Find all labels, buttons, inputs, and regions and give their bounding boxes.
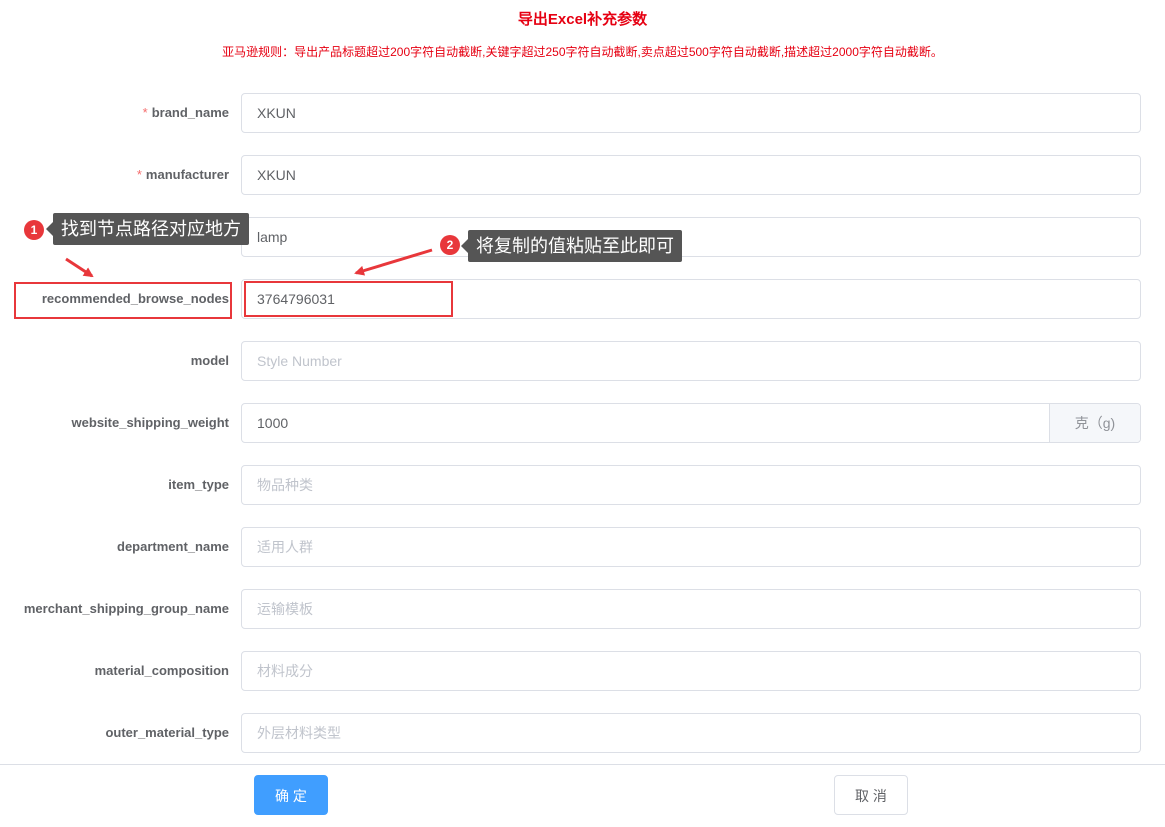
field-label: outer_material_type [105, 725, 229, 740]
form-row-item-type: item_type 物品种类 [0, 465, 1165, 505]
field-label: material_composition [94, 663, 229, 678]
dialog-title: 导出Excel补充参数 [517, 11, 648, 28]
step1-tooltip: 找到节点路径对应地方 [46, 213, 249, 245]
form-row-website-shipping-weight: website_shipping_weight 1000 克（g) [0, 403, 1165, 443]
field-label: * manufacturer [136, 167, 229, 182]
material-composition-input[interactable]: 材料成分 [241, 651, 1141, 691]
required-mark: * [142, 105, 148, 120]
step2-tooltip: 将复制的值粘贴至此即可 [461, 230, 682, 262]
input-highlight-box [244, 281, 453, 317]
arrow-to-label [65, 257, 94, 278]
input-placeholder: 运输模板 [257, 601, 313, 617]
input-value: 1000 [257, 415, 289, 431]
input-value: lamp [257, 229, 288, 245]
field-label: * brand_name [142, 105, 229, 120]
model-input[interactable]: Style Number [241, 341, 1141, 381]
form-row-outer-material-type: outer_material_type 外层材料类型 [0, 713, 1165, 753]
outer-material-type-input[interactable]: 外层材料类型 [241, 713, 1141, 753]
input-placeholder: 材料成分 [257, 663, 313, 679]
feed-product-type-input[interactable]: lamp [241, 217, 1141, 257]
website-shipping-weight-input[interactable]: 1000 克（g) [241, 403, 1141, 443]
input-placeholder: 适用人群 [257, 539, 313, 555]
item-type-input[interactable]: 物品种类 [241, 465, 1141, 505]
field-label: merchant_shipping_group_name [23, 601, 229, 616]
department-name-input[interactable]: 适用人群 [241, 527, 1141, 567]
input-placeholder: 物品种类 [257, 477, 313, 493]
input-placeholder: 外层材料类型 [257, 725, 341, 741]
brand-name-input[interactable]: XKUN [241, 93, 1141, 133]
manufacturer-input[interactable]: XKUN [241, 155, 1141, 195]
form-row-manufacturer: * manufacturer XKUN [0, 155, 1165, 195]
input-placeholder: Style Number [257, 353, 342, 369]
confirm-button[interactable]: 确 定 [254, 775, 328, 815]
merchant-shipping-group-name-input[interactable]: 运输模板 [241, 589, 1141, 629]
label-highlight-box [14, 282, 232, 319]
rule-note: 亚马逊规则：导出产品标题超过200字符自动截断,关键字超过250字符自动截断,卖… [222, 45, 943, 59]
field-label: model [190, 353, 229, 368]
field-label: item_type [168, 477, 229, 492]
form-row-material-composition: material_composition 材料成分 [0, 651, 1165, 691]
step2-badge: 2 [440, 235, 460, 255]
weight-unit-append: 克（g) [1049, 404, 1140, 442]
cancel-button[interactable]: 取 消 [834, 775, 908, 815]
input-value: XKUN [257, 105, 296, 121]
field-label: department_name [117, 539, 229, 554]
form-row-brand-name: * brand_name XKUN [0, 93, 1165, 133]
form-row-model: model Style Number [0, 341, 1165, 381]
field-label: website_shipping_weight [71, 415, 229, 430]
required-mark: * [136, 167, 142, 182]
form-row-merchant-shipping-group-name: merchant_shipping_group_name 运输模板 [0, 589, 1165, 629]
input-value: XKUN [257, 167, 296, 183]
footer-divider [0, 764, 1165, 765]
form-row-department-name: department_name 适用人群 [0, 527, 1165, 567]
step1-badge: 1 [24, 220, 44, 240]
